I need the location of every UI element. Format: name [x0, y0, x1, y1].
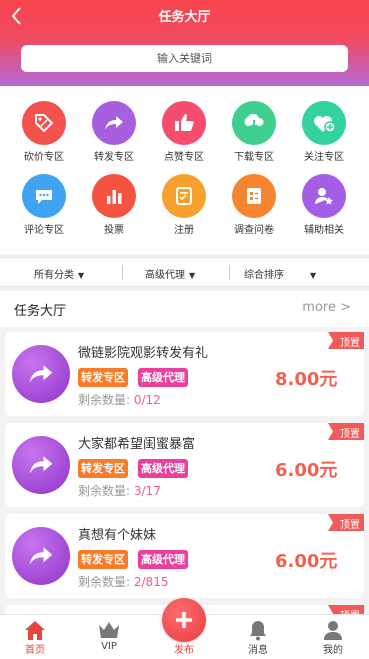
category-register[interactable]: 注册: [154, 174, 214, 236]
remaining-value: 0/12: [133, 393, 161, 407]
filter-label: 综合排序: [244, 270, 284, 281]
survey-icon: [232, 174, 276, 218]
category-label: 点赞专区: [164, 152, 204, 163]
pinned-badge: 顶置: [328, 514, 364, 531]
share-arrow-icon: [92, 101, 136, 145]
app-header: 任务大厅 输入关键词: [0, 0, 369, 86]
task-card[interactable]: 微链影院观影转发有礼 转发专区 高级代理 剩余数量: 0/12 8.00元 顶置: [5, 332, 364, 416]
tab-label: VIP: [101, 641, 117, 652]
task-tag-category: 转发专区: [78, 550, 128, 569]
pinned-badge: 顶置: [328, 423, 364, 440]
tab-home[interactable]: 首页: [5, 615, 65, 656]
share-arrow-icon: [12, 436, 70, 494]
divider: [229, 265, 230, 280]
publish-button[interactable]: [162, 598, 206, 642]
remaining-label: 剩余数量:: [78, 575, 131, 589]
user-icon: [324, 621, 342, 640]
tab-messages[interactable]: 消息: [228, 615, 288, 656]
bar-chart-icon: [92, 174, 136, 218]
section-title: 任务大厅: [14, 304, 67, 319]
tab-label: 首页: [25, 645, 45, 656]
task-title: 真想有个妹妹: [78, 528, 157, 543]
category-label: 注册: [174, 225, 194, 236]
user-star-icon: [302, 174, 346, 218]
category-label: 转发专区: [94, 152, 134, 163]
category-assist[interactable]: 辅助相关: [294, 174, 354, 236]
category-label: 调查问卷: [234, 225, 274, 236]
pinned-badge-label: 顶置: [340, 338, 360, 349]
tab-label: 我的: [323, 645, 343, 656]
pinned-badge-label: 顶置: [340, 429, 360, 440]
task-tag-level: 高级代理: [138, 550, 188, 569]
caret-down-icon: ▼: [189, 271, 196, 280]
heart-plus-icon: [302, 101, 346, 145]
filter-level-dropdown[interactable]: 高级代理 ▼: [145, 266, 195, 281]
tab-label: 发布: [174, 645, 194, 656]
tab-label: 消息: [248, 645, 268, 656]
task-title: 微链影院观影转发有礼: [78, 346, 209, 361]
search-input[interactable]: 输入关键词: [21, 45, 348, 72]
category-label: 关注专区: [304, 152, 344, 163]
task-tag-category: 转发专区: [78, 459, 128, 478]
thumbs-up-icon: [162, 101, 206, 145]
category-comment[interactable]: 评论专区: [14, 174, 74, 236]
comment-icon: [22, 174, 66, 218]
share-arrow-icon: [12, 527, 70, 585]
category-label: 投票: [104, 225, 124, 236]
category-download[interactable]: 下载专区: [224, 101, 284, 163]
remaining-value: 2/815: [133, 575, 169, 589]
task-price: 6.00元: [275, 551, 338, 572]
category-like[interactable]: 点赞专区: [154, 101, 214, 163]
filter-sort-dropdown[interactable]: 综合排序 ▼: [244, 266, 316, 281]
divider: [122, 265, 123, 280]
caret-down-icon: ▼: [310, 271, 317, 280]
task-remaining: 剩余数量: 2/815: [78, 573, 168, 590]
home-icon: [25, 621, 45, 640]
task-tag-level: 高级代理: [138, 368, 188, 387]
task-remaining: 剩余数量: 0/12: [78, 391, 161, 408]
category-share[interactable]: 转发专区: [84, 101, 144, 163]
crown-icon: [99, 622, 119, 638]
page-title: 任务大厅: [158, 10, 211, 25]
category-label: 辅助相关: [304, 225, 344, 236]
category-follow[interactable]: 关注专区: [294, 101, 354, 163]
category-label: 评论专区: [24, 225, 64, 236]
pinned-badge: 顶置: [328, 332, 364, 349]
share-arrow-icon: [12, 345, 70, 403]
task-list: 微链影院观影转发有礼 转发专区 高级代理 剩余数量: 0/12 8.00元 顶置…: [0, 327, 369, 615]
plus-icon: [176, 612, 192, 628]
filter-category-dropdown[interactable]: 所有分类 ▼: [34, 266, 84, 281]
category-bargain[interactable]: 砍价专区: [14, 101, 74, 163]
task-price: 8.00元: [275, 369, 338, 390]
task-remaining: 剩余数量: 3/17: [78, 482, 161, 499]
bell-icon: [250, 621, 266, 641]
remaining-label: 剩余数量:: [78, 484, 131, 498]
remaining-label: 剩余数量:: [78, 393, 131, 407]
task-card[interactable]: 大家都希望闺蜜暴富 转发专区 高级代理 剩余数量: 3/17 6.00元 顶置: [5, 423, 364, 507]
category-label: 砍价专区: [24, 152, 64, 163]
category-survey[interactable]: 调查问卷: [224, 174, 284, 236]
task-tag-category: 转发专区: [78, 368, 128, 387]
filter-label: 高级代理: [145, 270, 185, 281]
pinned-badge-label: 顶置: [340, 520, 360, 531]
task-title: 大家都希望闺蜜暴富: [78, 437, 196, 452]
remaining-value: 3/17: [133, 484, 161, 498]
more-link[interactable]: more >: [302, 300, 351, 315]
section-header: 任务大厅 more >: [0, 291, 369, 327]
category-vote[interactable]: 投票: [84, 174, 144, 236]
download-icon: [232, 101, 276, 145]
filter-bar: 所有分类 ▼ 高级代理 ▼ 综合排序 ▼: [0, 257, 369, 287]
category-label: 下载专区: [234, 152, 274, 163]
task-price: 6.00元: [275, 460, 338, 481]
filter-label: 所有分类: [34, 270, 74, 281]
register-icon: [162, 174, 206, 218]
tag-icon: [22, 101, 66, 145]
tab-vip[interactable]: VIP: [79, 615, 139, 652]
caret-down-icon: ▼: [78, 271, 85, 280]
task-card[interactable]: 真想有个妹妹 转发专区 高级代理 剩余数量: 2/815 6.00元 顶置: [5, 514, 364, 598]
category-grid: 砍价专区 转发专区 点赞专区 下载专区 关注专区 评论专区 投票 注册 调查问卷…: [0, 86, 369, 254]
tab-profile[interactable]: 我的: [303, 615, 363, 656]
task-tag-level: 高级代理: [138, 459, 188, 478]
